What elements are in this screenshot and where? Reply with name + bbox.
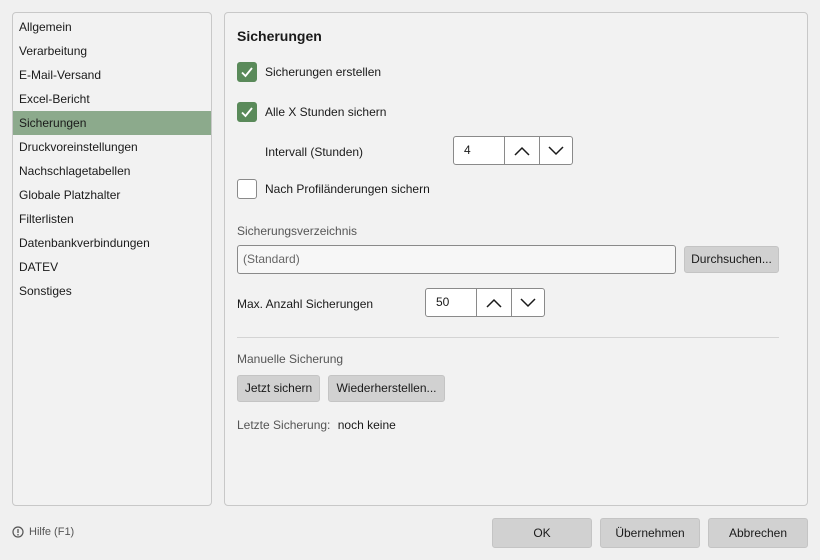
interval-stepper: 4 — [453, 136, 573, 165]
every-x-hours-checkbox[interactable] — [237, 102, 257, 122]
interval-label: Intervall (Stunden) — [265, 145, 364, 159]
last-backup-label: Letzte Sicherung: — [237, 418, 331, 432]
settings-sidebar: Allgemein Verarbeitung E-Mail-Versand Ex… — [12, 12, 212, 506]
restore-button[interactable]: Wiederherstellen... — [328, 375, 445, 402]
create-backups-checkbox[interactable] — [237, 62, 257, 82]
page-title: Sicherungen — [237, 28, 322, 44]
create-backups-label: Sicherungen erstellen — [265, 65, 382, 79]
last-backup-info: Letzte Sicherung: noch keine — [237, 418, 396, 432]
chevron-up-icon — [486, 298, 502, 308]
backup-now-button[interactable]: Jetzt sichern — [237, 375, 320, 402]
chevron-down-icon — [548, 145, 564, 155]
manual-backup-heading: Manuelle Sicherung — [237, 352, 344, 366]
help-label: Hilfe (F1) — [29, 526, 75, 538]
apply-button[interactable]: Übernehmen — [600, 518, 700, 548]
browse-button[interactable]: Durchsuchen... — [684, 246, 779, 273]
after-profile-change-checkbox[interactable] — [237, 179, 257, 199]
max-backups-label: Max. Anzahl Sicherungen — [237, 297, 374, 311]
interval-increment-button[interactable] — [505, 137, 538, 164]
ok-button[interactable]: OK — [492, 518, 592, 548]
max-backups-decrement-button[interactable] — [510, 289, 544, 316]
section-divider — [237, 337, 779, 338]
after-profile-change-label: Nach Profiländerungen sichern — [265, 182, 430, 196]
directory-input[interactable]: (Standard) — [237, 245, 676, 274]
every-x-hours-label: Alle X Stunden sichern — [265, 105, 387, 119]
sidebar-item-allgemein[interactable]: Allgemein — [13, 15, 211, 39]
sidebar-item-datenbankverbindungen[interactable]: Datenbankverbindungen — [13, 231, 211, 255]
interval-decrement-button[interactable] — [538, 137, 572, 164]
checkmark-icon — [241, 107, 253, 118]
info-icon — [12, 526, 24, 538]
sidebar-item-verarbeitung[interactable]: Verarbeitung — [13, 39, 211, 63]
help-link[interactable]: Hilfe (F1) — [12, 526, 74, 538]
sidebar-item-sonstiges[interactable]: Sonstiges — [13, 279, 211, 303]
sidebar-item-email-versand[interactable]: E-Mail-Versand — [13, 63, 211, 87]
sidebar-item-filterlisten[interactable]: Filterlisten — [13, 207, 211, 231]
directory-heading: Sicherungsverzeichnis — [237, 224, 358, 238]
chevron-down-icon — [520, 297, 536, 307]
settings-panel: Sicherungen Sicherungen erstellen Alle X… — [224, 12, 808, 506]
cancel-button[interactable]: Abbrechen — [708, 518, 808, 548]
max-backups-value[interactable]: 50 — [426, 289, 478, 316]
sidebar-item-druckvoreinstellungen[interactable]: Druckvoreinstellungen — [13, 135, 211, 159]
sidebar-item-sicherungen[interactable]: Sicherungen — [13, 111, 211, 135]
checkmark-icon — [241, 67, 253, 78]
interval-value[interactable]: 4 — [454, 137, 506, 164]
sidebar-item-excel-bericht[interactable]: Excel-Bericht — [13, 87, 211, 111]
after-profile-change-row: Nach Profiländerungen sichern — [237, 179, 430, 199]
create-backups-row: Sicherungen erstellen — [237, 62, 381, 82]
max-backups-stepper: 50 — [425, 288, 545, 317]
sidebar-item-nachschlagetabellen[interactable]: Nachschlagetabellen — [13, 159, 211, 183]
chevron-up-icon — [514, 146, 530, 156]
max-backups-increment-button[interactable] — [477, 289, 510, 316]
sidebar-item-datev[interactable]: DATEV — [13, 255, 211, 279]
sidebar-item-globale-platzhalter[interactable]: Globale Platzhalter — [13, 183, 211, 207]
every-x-hours-row: Alle X Stunden sichern — [237, 102, 386, 122]
last-backup-value: noch keine — [337, 418, 396, 432]
